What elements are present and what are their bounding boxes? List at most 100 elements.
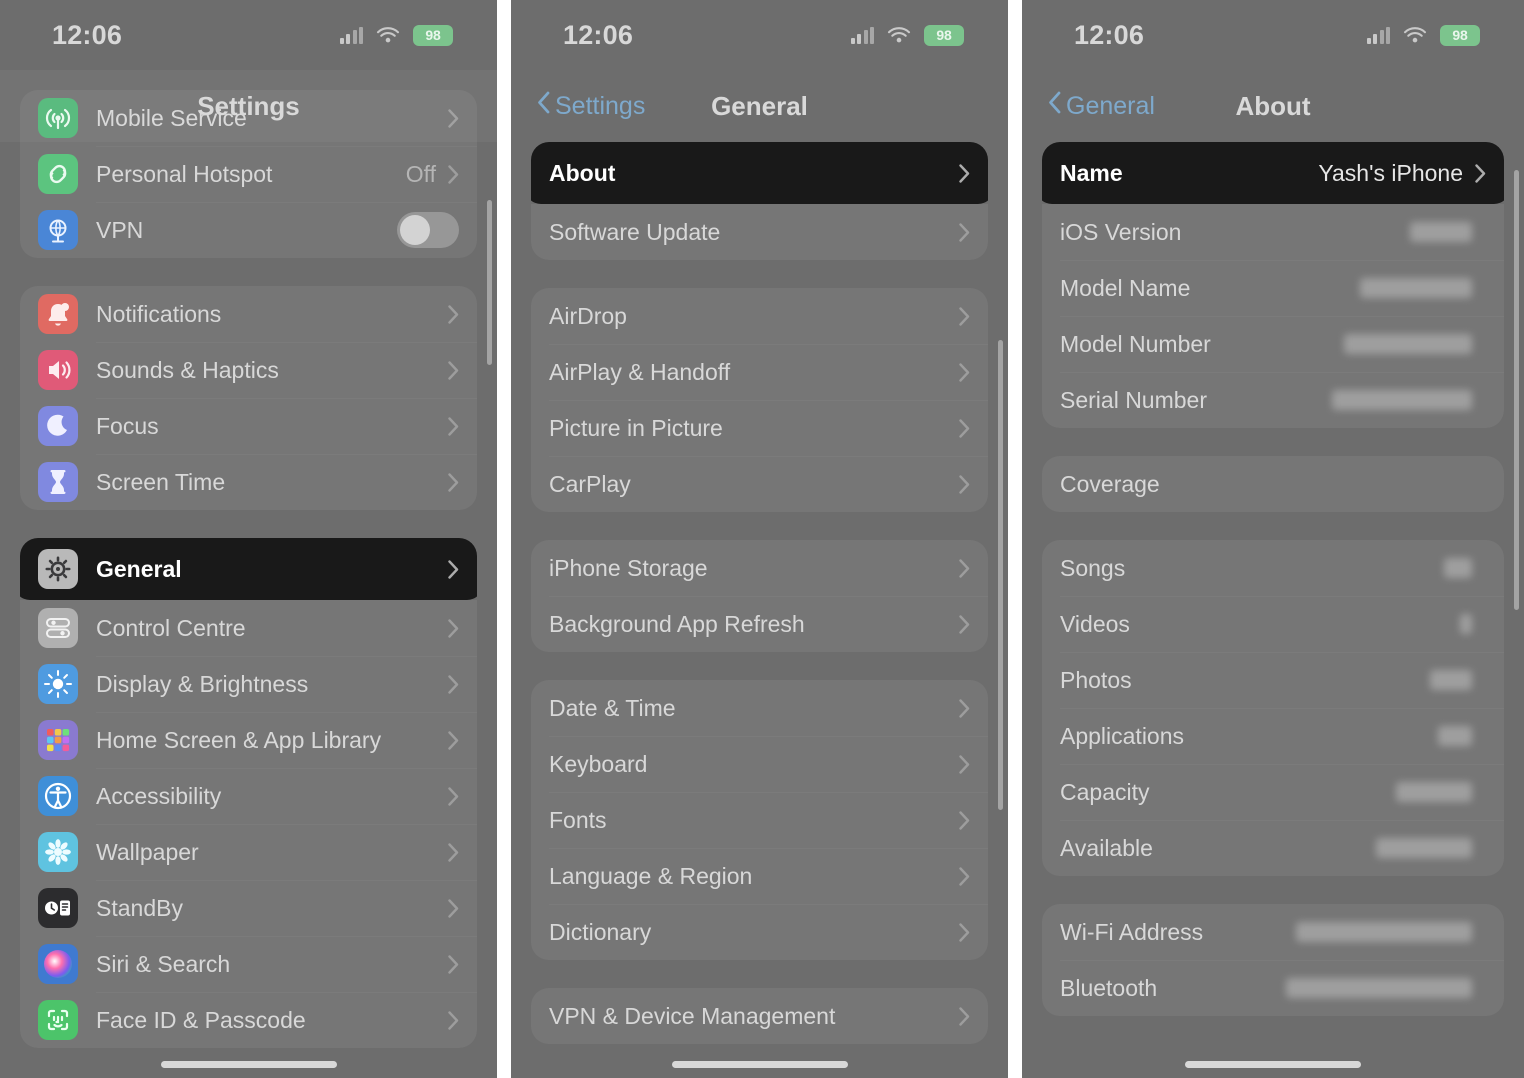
list-row[interactable]: AirDrop [531,288,988,344]
status-bar: 12:06 98 [511,0,1008,70]
list-row-label: Background App Refresh [549,610,805,637]
phone-panel-general: 12:06 98 Settings General About Software Upda… [511,0,1008,1078]
list-row[interactable]: Date & Time [531,680,988,736]
list-row[interactable]: Bluetooth [1042,960,1504,1016]
list-row[interactable]: Photos [1042,652,1504,708]
list-row[interactable]: Videos [1042,596,1504,652]
list-row-label: AirDrop [549,302,627,329]
list-row[interactable]: Focus [20,398,477,454]
list-group: Name Yash's iPhone iOS Version Model Name Mo… [1042,142,1504,428]
chevron-right-icon [959,222,970,242]
vpn-toggle[interactable] [397,212,459,248]
list-row[interactable]: About [531,142,988,204]
list-row-label: Picture in Picture [549,414,723,441]
list-row-label: Screen Time [96,468,226,495]
list-row[interactable]: Wallpaper [20,824,477,880]
list-row-label: iPhone Storage [549,554,708,581]
nav-bar: General About [1022,70,1524,142]
list-row-label: Name [1060,159,1123,186]
scrollbar[interactable] [487,200,492,365]
chevron-right-icon [959,558,970,578]
chevron-right-icon [448,559,459,579]
list-row[interactable]: Control Centre [20,600,477,656]
list-row[interactable]: Capacity [1042,764,1504,820]
scrollbar[interactable] [998,340,1003,810]
list-row[interactable]: Picture in Picture [531,400,988,456]
scrollbar[interactable] [1514,170,1519,610]
phone-panel-about: 12:06 98 General About Name Yash's iPhone iOS … [1022,0,1524,1078]
list-row[interactable]: General [20,538,477,600]
nav-bar: Settings General [511,70,1008,142]
list-row-label: Control Centre [96,614,246,641]
list-row[interactable]: Fonts [531,792,988,848]
list-row[interactable]: VPN [20,202,477,258]
list-row[interactable]: Songs [1042,540,1504,596]
list-row[interactable]: Language & Region [531,848,988,904]
list-row-label: Sounds & Haptics [96,356,279,383]
list-row[interactable]: Face ID & Passcode [20,992,477,1048]
list-row-label: Photos [1060,666,1132,693]
list-row[interactable]: Dictionary [531,904,988,960]
cellular-signal-icon [1366,26,1390,44]
chevron-right-icon [959,922,970,942]
focus-moon-icon [38,406,78,446]
list-row[interactable]: Siri & Search [20,936,477,992]
list-row-label: Coverage [1060,470,1160,497]
list-row-label: Videos [1060,610,1130,637]
list-row-label: Personal Hotspot [96,160,273,187]
list-row[interactable]: Applications [1042,708,1504,764]
list-row[interactable]: iPhone Storage [531,540,988,596]
nav-back-button[interactable]: General [1048,91,1155,121]
status-bar-icons: 98 [850,24,964,46]
nav-back-label: Settings [555,91,646,120]
list-row[interactable]: Home Screen & App Library [20,712,477,768]
chevron-right-icon [448,472,459,492]
accessibility-icon [38,776,78,816]
list-row[interactable]: Wi-Fi Address [1042,904,1504,960]
chevron-right-icon [959,614,970,634]
list-row[interactable]: StandBy [20,880,477,936]
home-indicator [160,1061,337,1068]
list-row[interactable]: CarPlay [531,456,988,512]
nav-back-button[interactable]: Settings [537,91,645,121]
list-row[interactable]: Background App Refresh [531,596,988,652]
list-row[interactable]: Sounds & Haptics [20,342,477,398]
list-row-value: Yash's iPhone [1318,159,1463,186]
list-row[interactable]: Notifications [20,286,477,342]
list-row[interactable]: Model Name [1042,260,1504,316]
list-row-label: VPN & Device Management [549,1002,836,1029]
list-row[interactable]: Accessibility [20,768,477,824]
redacted-value [1444,558,1472,578]
list-row[interactable]: iOS Version [1042,204,1504,260]
status-bar-icons: 98 [1366,24,1480,46]
wifi-icon [887,26,911,44]
chevron-right-icon [959,474,970,494]
general-gear-icon [38,549,78,589]
list-group: Date & Time Keyboard Fonts Language & Regio… [531,680,988,960]
list-row[interactable]: Serial Number [1042,372,1504,428]
list-row[interactable]: Screen Time [20,454,477,510]
settings-list: About Software Update AirDrop AirPlay & Han… [511,142,1008,1044]
list-row[interactable]: Model Number [1042,316,1504,372]
list-row[interactable]: Personal Hotspot Off [20,146,477,202]
personal-hotspot-icon [38,154,78,194]
status-bar-clock: 12:06 [52,19,123,50]
list-row[interactable]: Display & Brightness [20,656,477,712]
list-row[interactable]: Coverage [1042,456,1504,512]
list-group: Songs Videos Photos Applications Capacity Ava… [1042,540,1504,876]
list-row[interactable]: Available [1042,820,1504,876]
redacted-value [1286,978,1472,998]
list-row[interactable]: Name Yash's iPhone [1042,142,1504,204]
list-group: Notifications Sounds & Haptics Focus Screen… [20,286,477,510]
list-row[interactable]: VPN & Device Management [531,988,988,1044]
list-row-label: Focus [96,412,159,439]
list-row[interactable]: Keyboard [531,736,988,792]
status-bar: 12:06 98 [0,0,497,70]
list-row[interactable]: Software Update [531,204,988,260]
list-row[interactable]: AirPlay & Handoff [531,344,988,400]
face-id-passcode-icon [38,1000,78,1040]
notifications-bell-icon [38,294,78,334]
cellular-signal-icon [339,26,363,44]
settings-list: Mobile Service Personal Hotspot Off VPN Noti… [0,90,497,1048]
list-row-label: Accessibility [96,782,222,809]
